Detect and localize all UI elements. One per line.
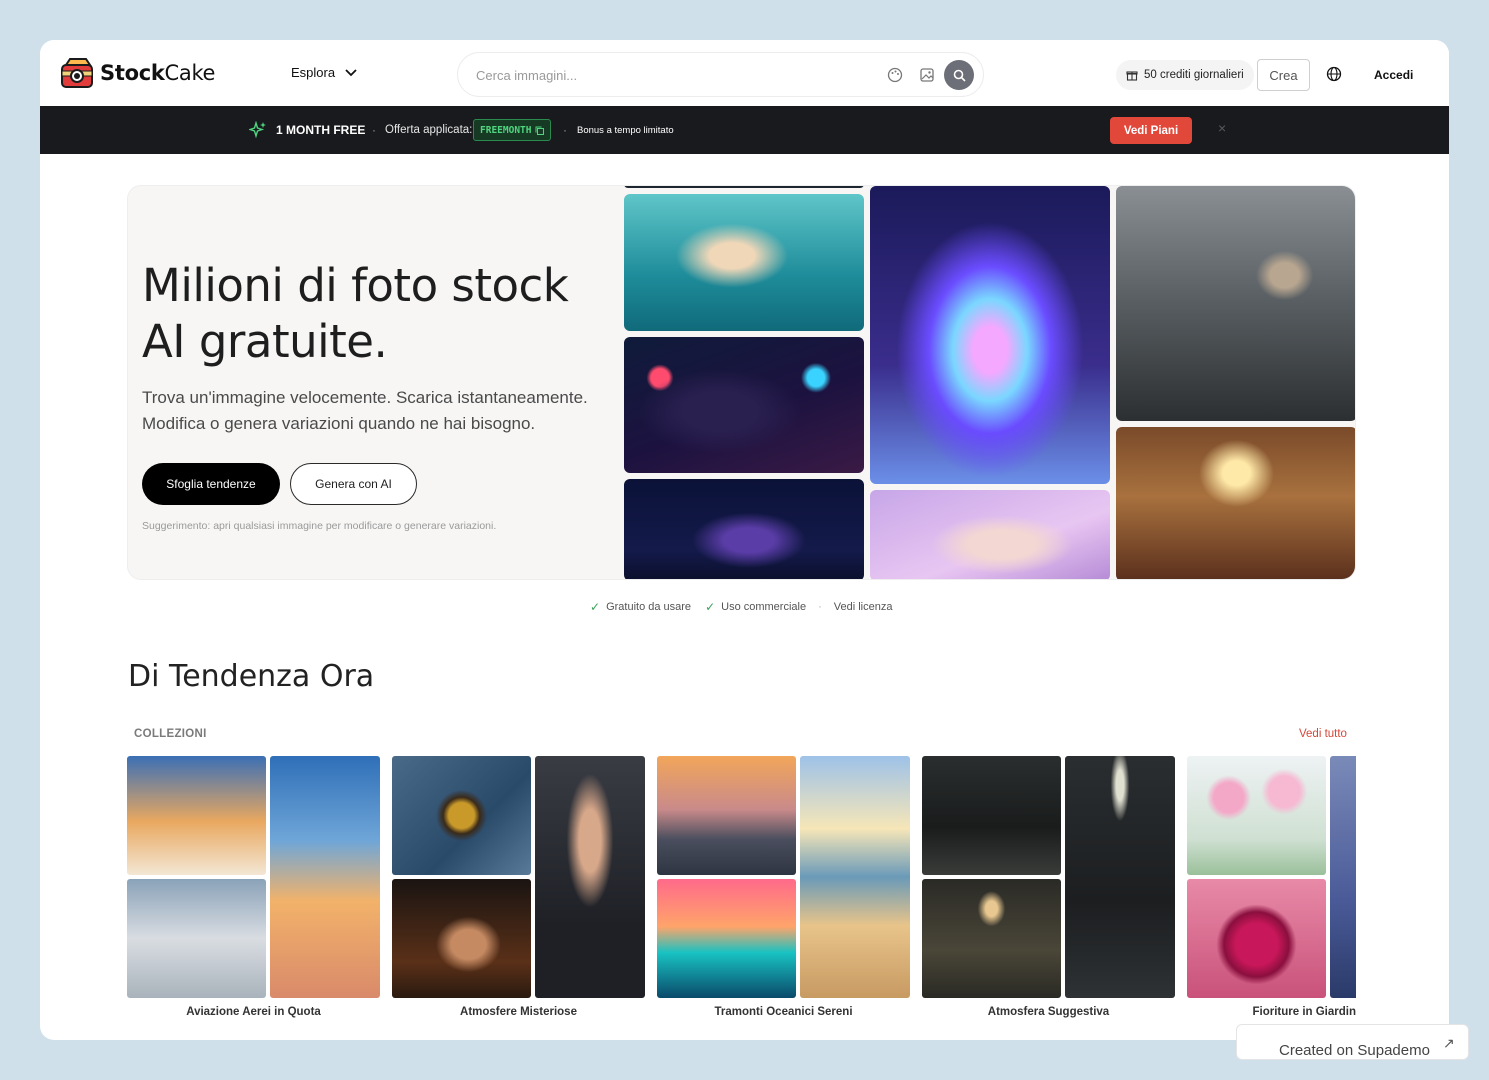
hero-title: Milioni di foto stock AI gratuite. <box>142 258 569 370</box>
explore-label: Esplora <box>291 65 336 80</box>
collection-image <box>922 879 1061 998</box>
collection-card[interactable]: Tramonti Oceanici Sereni <box>657 756 910 1024</box>
hero-image-deer-river[interactable] <box>1116 186 1355 421</box>
search-button[interactable] <box>944 60 974 90</box>
login-link[interactable]: Accedi <box>1374 68 1413 82</box>
site-header: StockCake Esplora 50 crediti giornalie <box>40 40 1449 106</box>
hero-image-cropped[interactable] <box>624 186 864 188</box>
collection-image <box>1065 756 1175 998</box>
external-link-icon: ↗ <box>1443 1035 1455 1051</box>
collection-image <box>922 756 1061 875</box>
license-info: ✓ Gratuito da usare ✓ Uso commerciale · … <box>590 600 892 614</box>
promo-code: FREEMONTH <box>480 124 532 136</box>
collections-label: COLLEZIONI <box>134 728 207 740</box>
promo-banner: 1 MONTH FREE · Offerta applicata: FREEMO… <box>40 106 1449 154</box>
hero-image-underwater-swimmer[interactable] <box>624 194 864 331</box>
collection-card[interactable]: Fioriture in Giardin <box>1187 756 1356 1024</box>
supademo-badge[interactable]: Created on Supademo ↗ <box>1236 1024 1469 1060</box>
search-icon <box>953 69 966 82</box>
browse-trends-button[interactable]: Sfoglia tendenze <box>142 463 280 505</box>
collection-image <box>657 879 796 998</box>
credits-label: 50 crediti giornalieri <box>1144 69 1244 81</box>
palette-icon[interactable] <box>886 66 904 84</box>
explore-menu[interactable]: Esplora <box>291 65 357 80</box>
collection-name: Aviazione Aerei in Quota <box>186 1006 321 1018</box>
collection-card[interactable]: Atmosfere Misteriose <box>392 756 645 1024</box>
free-to-use-label: Gratuito da usare <box>606 601 692 613</box>
offer-applied-label: Offerta applicata: <box>385 124 473 136</box>
search-input[interactable] <box>476 65 856 85</box>
promo-title: 1 MONTH FREE <box>276 123 366 137</box>
collection-name: Tramonti Oceanici Sereni <box>714 1006 853 1018</box>
copy-icon <box>535 126 545 135</box>
collection-image <box>1187 756 1326 875</box>
promo-code-badge[interactable]: FREEMONTH <box>473 119 552 141</box>
check-icon: ✓ <box>590 600 601 614</box>
collection-image <box>1330 756 1356 998</box>
sparkle-icon <box>249 121 266 139</box>
image-search-icon[interactable] <box>918 66 936 84</box>
commercial-use-label: Uso commerciale <box>721 601 807 613</box>
daily-credits-badge[interactable]: 50 crediti giornalieri <box>1116 60 1254 90</box>
separator-dot: · <box>563 123 567 137</box>
see-all-link[interactable]: Vedi tutto <box>1299 728 1347 740</box>
hero-image-cosmic-figure[interactable] <box>624 479 864 579</box>
hero-subtitle: Trova un'immagine velocemente. Scarica i… <box>142 388 588 433</box>
collection-image <box>127 756 266 875</box>
bonus-label: Bonus a tempo limitato <box>577 125 674 136</box>
collection-card[interactable]: Atmosfera Suggestiva <box>922 756 1175 1024</box>
collection-image <box>657 756 796 875</box>
gift-icon <box>1126 71 1138 81</box>
close-promo-button[interactable]: × <box>1218 120 1226 136</box>
collection-image <box>127 879 266 998</box>
collection-image <box>535 756 645 998</box>
search-bar <box>457 52 984 97</box>
hero-section: Milioni di foto stock AI gratuite. Trova… <box>127 185 1356 580</box>
hero-image-anime-portrait[interactable] <box>870 490 1110 579</box>
hero-image-palace-hall[interactable] <box>1116 427 1355 579</box>
check-icon: ✓ <box>705 600 716 614</box>
logo[interactable]: StockCake <box>60 57 215 89</box>
collection-card[interactable]: Aviazione Aerei in Quota <box>127 756 380 1024</box>
hero-image-anime-headphones[interactable] <box>624 337 864 473</box>
collection-image <box>1187 879 1326 998</box>
view-license-link[interactable]: Vedi licenza <box>834 601 893 613</box>
hero-title-line2: AI gratuite. <box>142 315 388 368</box>
browser-page: StockCake Esplora 50 crediti giornalie <box>40 40 1449 1040</box>
generate-ai-button[interactable]: Genera con AI <box>290 463 417 505</box>
cake-camera-logo-icon <box>61 58 93 88</box>
collection-image <box>800 756 910 998</box>
language-globe-icon[interactable] <box>1326 66 1342 82</box>
hero-hint: Suggerimento: apri qualsiasi immagine pe… <box>142 520 497 532</box>
hero-title-line1: Milioni di foto stock <box>142 259 569 312</box>
separator-dot: · <box>818 601 822 613</box>
supademo-label: Created on Supademo <box>1279 1042 1430 1059</box>
collection-name: Fioriture in Giardin <box>1252 1006 1356 1018</box>
chevron-down-icon <box>345 68 357 76</box>
view-plans-button[interactable]: Vedi Piani <box>1110 117 1192 144</box>
collection-name: Atmosfere Misteriose <box>460 1006 577 1018</box>
create-button[interactable]: Crea <box>1257 59 1310 91</box>
separator-dot: · <box>372 123 376 137</box>
collection-image <box>270 756 380 998</box>
hero-image-iridescent-gown[interactable] <box>870 186 1110 484</box>
logo-text: StockCake <box>100 61 216 85</box>
collection-name: Atmosfera Suggestiva <box>987 1006 1110 1018</box>
collection-image <box>392 756 531 875</box>
trending-title: Di Tendenza Ora <box>128 659 375 694</box>
collection-image <box>392 879 531 998</box>
